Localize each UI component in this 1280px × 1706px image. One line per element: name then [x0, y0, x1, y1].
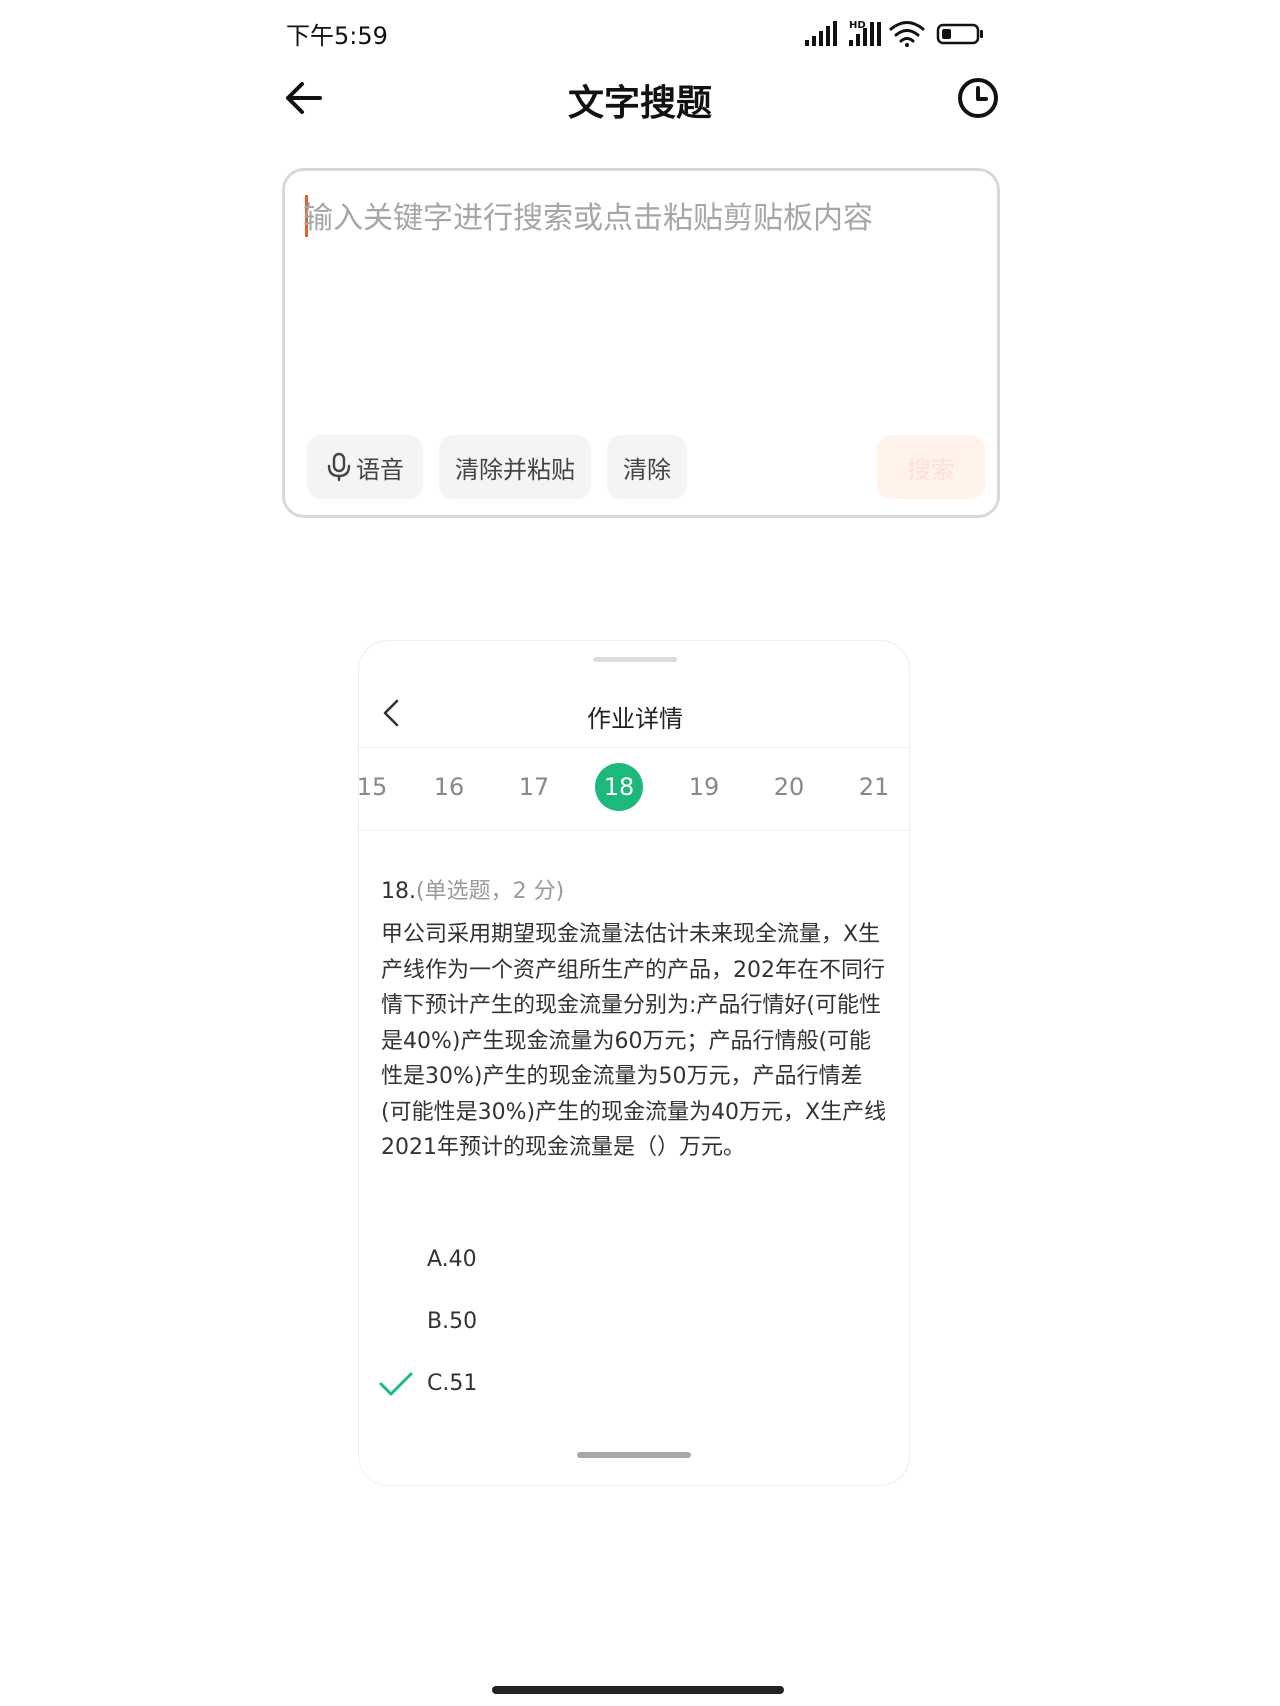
- divider: [359, 747, 909, 748]
- question-number: 18.: [381, 879, 416, 904]
- question-number-item[interactable]: 15: [359, 763, 396, 811]
- status-icons: HD: [805, 16, 985, 52]
- question-number-item[interactable]: 21: [850, 763, 898, 811]
- search-input[interactable]: [301, 191, 985, 415]
- voice-button[interactable]: 语音: [307, 435, 423, 499]
- search-button[interactable]: 搜索: [877, 435, 985, 499]
- question-number-nav: 15 16 17 18 19 20 21: [359, 763, 909, 815]
- question-text: 甲公司采用期望现金流量法估计未来现全流量，X生产线作为一个资产组所生产的产品，2…: [381, 922, 887, 1160]
- page-title: 文字搜题: [567, 83, 712, 124]
- option-b[interactable]: B.50: [427, 1309, 477, 1334]
- voice-button-label: 语音: [356, 455, 404, 484]
- scroll-indicator: [577, 1452, 691, 1458]
- question-type-score: (单选题，2 分): [416, 879, 565, 904]
- clock-icon: [958, 78, 998, 118]
- history-button[interactable]: [954, 74, 1002, 122]
- homework-title: 作业详情: [587, 705, 683, 733]
- question-number-item[interactable]: 20: [765, 763, 813, 811]
- battery-icon: [936, 23, 983, 45]
- question-number-item-active[interactable]: 18: [595, 763, 643, 811]
- home-indicator[interactable]: [492, 1686, 784, 1694]
- divider: [359, 830, 909, 831]
- status-time: 下午5:59: [286, 22, 388, 50]
- wifi-icon: [889, 21, 925, 47]
- homework-detail-card: 作业详情 15 16 17 18 19 20 21 18.(单选题，2 分) 甲…: [358, 640, 910, 1486]
- option-c[interactable]: C.51: [427, 1371, 477, 1396]
- question-number-item[interactable]: 16: [425, 763, 473, 811]
- option-a[interactable]: A.40: [427, 1247, 477, 1272]
- drag-handle[interactable]: [593, 657, 677, 662]
- question-number-item[interactable]: 19: [680, 763, 728, 811]
- clear-and-paste-button[interactable]: 清除并粘贴: [439, 435, 591, 499]
- signal-icon: [805, 21, 837, 46]
- question-meta: 18.(单选题，2 分): [381, 873, 564, 905]
- question-number-item[interactable]: 17: [510, 763, 558, 811]
- search-box: 语音 清除并粘贴 清除 搜索: [282, 168, 1000, 518]
- microphone-icon: [327, 452, 351, 482]
- checkmark-icon: [379, 1372, 413, 1396]
- clear-button[interactable]: 清除: [607, 435, 687, 499]
- hd-signal-icon: HD: [849, 20, 881, 46]
